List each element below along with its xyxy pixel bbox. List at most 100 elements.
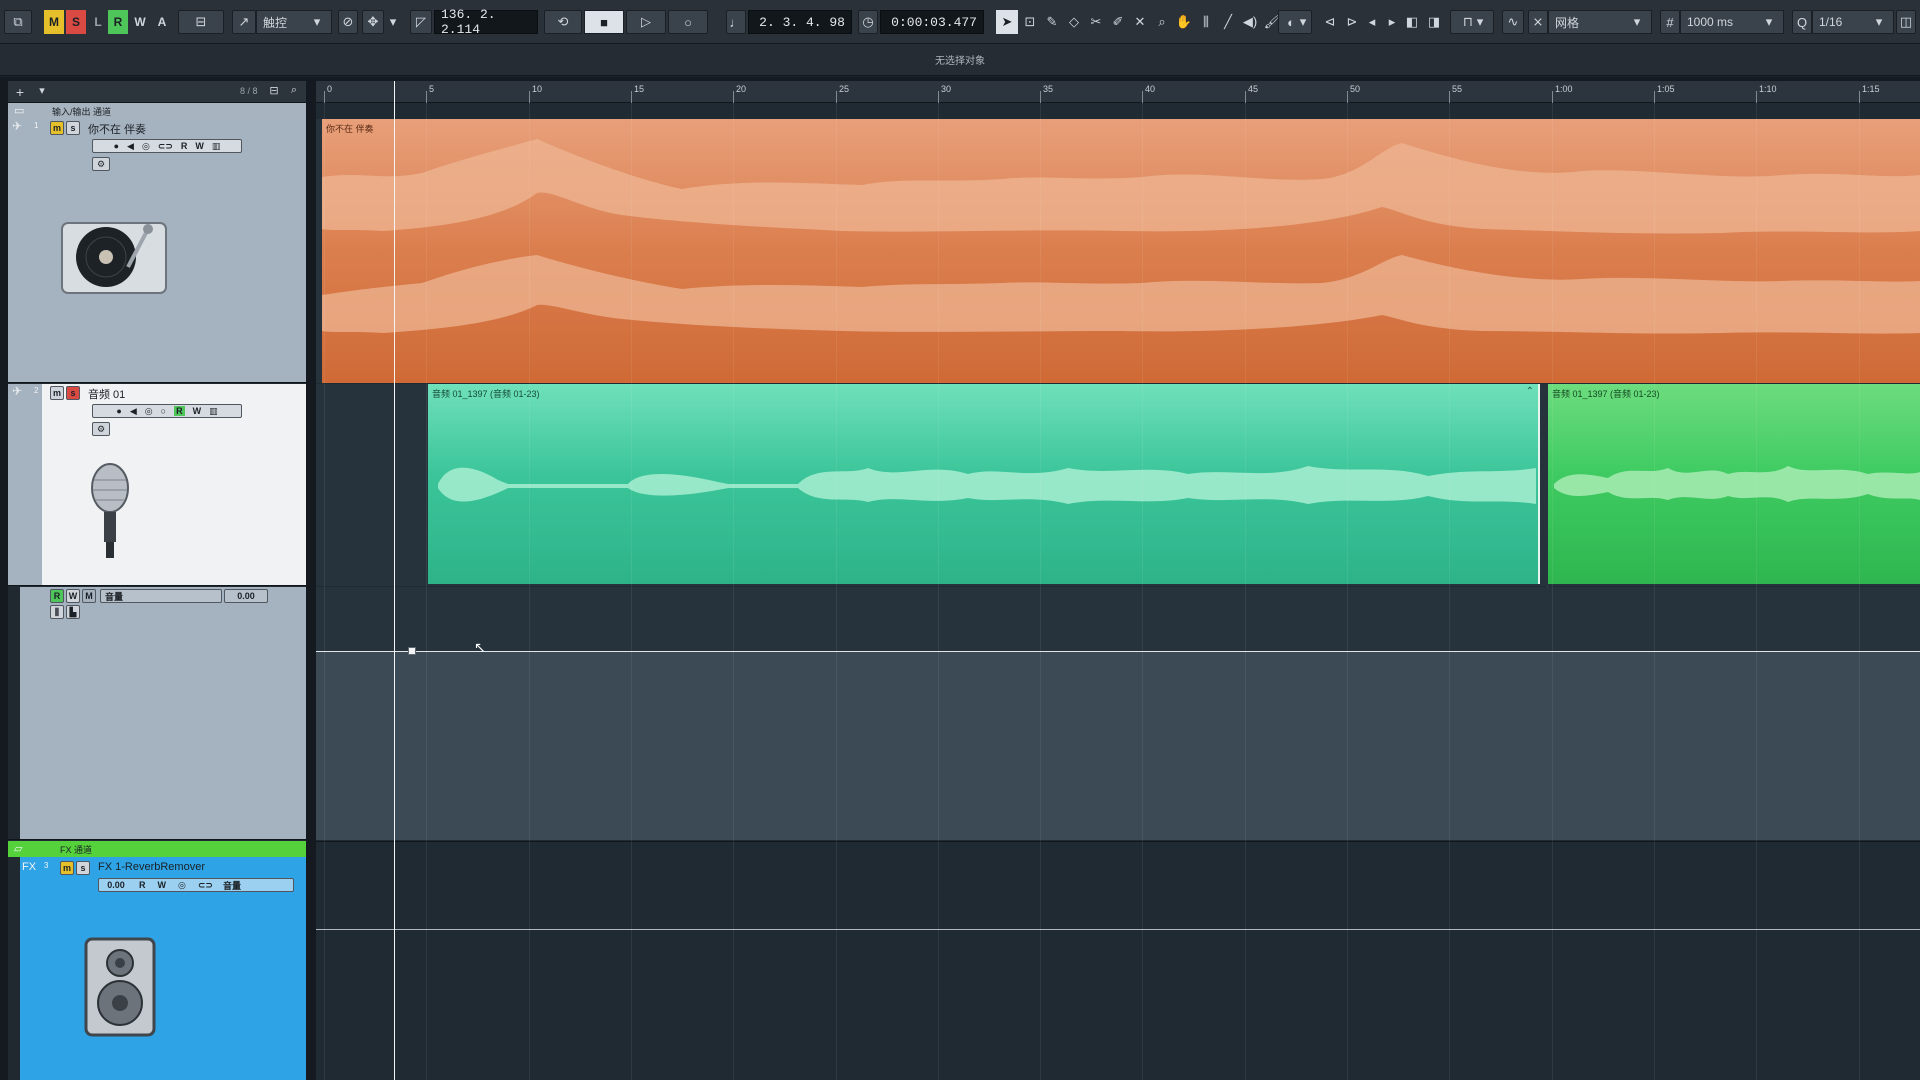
quantize-icon[interactable]: Q xyxy=(1792,10,1812,34)
automation-lanes-button[interactable]: ⫼ xyxy=(50,605,64,619)
trim-start-button[interactable]: ◧ xyxy=(1402,10,1422,34)
read-icon[interactable]: R xyxy=(181,141,188,151)
track-settings-button[interactable]: ⚙ xyxy=(92,157,110,171)
metronome-button[interactable]: ♩ xyxy=(726,10,746,34)
mute-tool[interactable]: ✕ xyxy=(1130,10,1150,34)
project-cursor[interactable] xyxy=(394,81,395,1080)
automation-mode-dropdown[interactable]: 触控 ▾ xyxy=(256,10,332,34)
object-selection-tool[interactable]: ➤ xyxy=(996,10,1018,34)
snap-toggle-dropdown[interactable]: ▾ xyxy=(386,10,400,34)
track-header-1[interactable]: ✈ 1 m s 你不在 伴奏 ● ◀ ◎ ⊂⊃ R W ▥ ⚙ xyxy=(8,119,306,383)
read-icon[interactable]: R xyxy=(174,406,185,416)
fx-param-label[interactable]: 音量 xyxy=(223,879,241,892)
constrain-button[interactable]: ⊘ xyxy=(338,10,358,34)
automation-write-button[interactable]: W xyxy=(66,589,80,603)
event-display[interactable]: 0 5 10 15 20 25 30 35 40 45 50 55 1:00 1:05 1:10 1:15 你… xyxy=(316,81,1920,1080)
mute-mode-button[interactable]: M xyxy=(44,10,64,34)
record-enable-icon[interactable]: ● xyxy=(114,141,119,151)
track-visibility-button[interactable]: ⊟ xyxy=(266,84,282,100)
track-settings-button[interactable]: ⚙ xyxy=(92,422,110,436)
automation-icon-button[interactable]: ↗ xyxy=(232,10,256,34)
draw-tool[interactable]: ✎ xyxy=(1042,10,1062,34)
nudge-left-button[interactable]: ⊲ xyxy=(1320,10,1340,34)
solo-button[interactable]: s xyxy=(66,121,80,135)
solo-mode-button[interactable]: S xyxy=(66,10,86,34)
cycle-button[interactable]: ⟲ xyxy=(544,10,582,34)
write-icon[interactable]: W xyxy=(158,880,167,890)
snap-toggle-button[interactable]: ✥ xyxy=(362,10,384,34)
automation-lane-header[interactable]: R W M 音量 0.00 ⫼ ▙ xyxy=(8,587,306,840)
lock-icon[interactable]: ⊂⊃ xyxy=(158,141,173,152)
track-header-3[interactable]: FX 3 m s FX 1-ReverbRemover 0.00 R W ◎ ⊂… xyxy=(8,857,306,1080)
glue-tool[interactable]: ✐ xyxy=(1108,10,1128,34)
record-button[interactable]: ○ xyxy=(668,10,708,34)
add-track-button[interactable]: + xyxy=(12,84,28,100)
play-button[interactable]: ▷ xyxy=(626,10,666,34)
clock-button[interactable]: ◷ xyxy=(858,10,878,34)
timebase-icon[interactable]: ◎ xyxy=(178,880,186,891)
automation-folder-button[interactable]: ▙ xyxy=(66,605,80,619)
split-tool[interactable]: ✂ xyxy=(1086,10,1106,34)
project-menu-button[interactable]: ⧉ xyxy=(4,10,32,34)
fade-handle-icon[interactable]: ⌃ xyxy=(1526,386,1534,397)
read-icon[interactable]: R xyxy=(139,880,146,890)
read-mode-button[interactable]: R xyxy=(108,10,128,34)
automation-param-selector[interactable]: 音量 xyxy=(100,589,222,603)
listen-mode-button[interactable]: L xyxy=(88,10,108,34)
grid-nudge-icon[interactable]: # xyxy=(1660,10,1680,34)
lane-icon[interactable]: ▥ xyxy=(212,141,221,152)
solo-button[interactable]: s xyxy=(66,386,80,400)
automation-point[interactable] xyxy=(408,647,416,655)
grid-icon-button[interactable]: ⨯ xyxy=(1528,10,1548,34)
automation-mode-button[interactable]: A xyxy=(152,10,172,34)
automation-value-field[interactable]: 0.00 xyxy=(224,589,268,603)
write-icon[interactable]: W xyxy=(195,141,204,151)
zoom-tool[interactable]: ⌕ xyxy=(1152,10,1172,34)
mute-button[interactable]: m xyxy=(50,386,64,400)
fx-folder-track[interactable]: ▱ FX 通道 xyxy=(8,841,306,857)
audio-event-accompaniment[interactable]: 你不在 伴奏 xyxy=(322,119,1920,383)
snap-zero-button[interactable]: ∿ xyxy=(1502,10,1524,34)
solo-button[interactable]: s xyxy=(76,861,90,875)
mute-button[interactable]: m xyxy=(60,861,74,875)
primary-time-display[interactable]: 2. 3. 4. 98 xyxy=(748,10,852,34)
secondary-time-display[interactable]: 0:00:03.477 xyxy=(880,10,984,34)
lane-icon[interactable]: ▥ xyxy=(209,406,218,417)
fx-volume-value[interactable]: 0.00 xyxy=(99,880,133,890)
snap-mode-dropdown[interactable]: ⊓ ▾ xyxy=(1450,10,1494,34)
timeline-ruler[interactable]: 0 5 10 15 20 25 30 35 40 45 50 55 1:00 1:05 1:10 1:15 xyxy=(316,81,1920,103)
io-folder-track[interactable]: ▭ 输入/输出 通道 xyxy=(8,103,306,119)
monitor-icon[interactable]: ◀ xyxy=(130,406,137,417)
stop-button[interactable]: ■ xyxy=(584,10,624,34)
left-locator-button[interactable]: ◸ xyxy=(410,10,432,34)
write-mode-button[interactable]: W xyxy=(130,10,150,34)
lock-icon[interactable]: ⊂⊃ xyxy=(198,880,213,891)
track-list-menu[interactable]: ▾ xyxy=(34,84,50,100)
color-selector[interactable]: ◐ ▾ xyxy=(1278,10,1312,34)
nudge-right-button[interactable]: ⊳ xyxy=(1342,10,1362,34)
track-search-button[interactable]: ⌕ xyxy=(286,84,302,100)
move-left-button[interactable]: ◂ xyxy=(1362,10,1382,34)
timebase-icon[interactable]: ◎ xyxy=(142,141,150,152)
play-tool[interactable]: ◀) xyxy=(1240,10,1260,34)
transport-panel-button[interactable]: ⊟ xyxy=(178,10,224,34)
line-tool[interactable]: ╱ xyxy=(1218,10,1238,34)
audio-event-vocal-2[interactable]: 音频 01_1397 (音频 01-23) xyxy=(1548,384,1920,584)
quantize-dropdown[interactable]: 1/16 ▾ xyxy=(1812,10,1894,34)
automation-read-button[interactable]: R xyxy=(50,589,64,603)
write-icon[interactable]: W xyxy=(193,406,202,416)
snap-type-dropdown[interactable]: 网格 ▾ xyxy=(1548,10,1652,34)
nudge-value-dropdown[interactable]: 1000 ms ▾ xyxy=(1680,10,1784,34)
lock-icon[interactable]: ○ xyxy=(161,406,166,416)
erase-tool[interactable]: ◇ xyxy=(1064,10,1084,34)
track-header-2[interactable]: ✈ 2 m s 音频 01 ● ◀ ◎ ○ R W ▥ ⚙ xyxy=(8,384,306,586)
window-layout-button[interactable]: ◫ xyxy=(1896,10,1916,34)
timebase-icon[interactable]: ◎ xyxy=(145,406,153,417)
trim-end-button[interactable]: ◨ xyxy=(1424,10,1444,34)
range-tool[interactable]: ⊡ xyxy=(1020,10,1040,34)
move-right-button[interactable]: ▸ xyxy=(1382,10,1402,34)
audio-event-vocal-1[interactable]: 音频 01_1397 (音频 01-23) ⌃ xyxy=(428,384,1540,584)
monitor-icon[interactable]: ◀ xyxy=(127,141,134,152)
record-enable-icon[interactable]: ● xyxy=(116,406,121,416)
comp-tool[interactable]: ⫼ xyxy=(1196,10,1216,34)
